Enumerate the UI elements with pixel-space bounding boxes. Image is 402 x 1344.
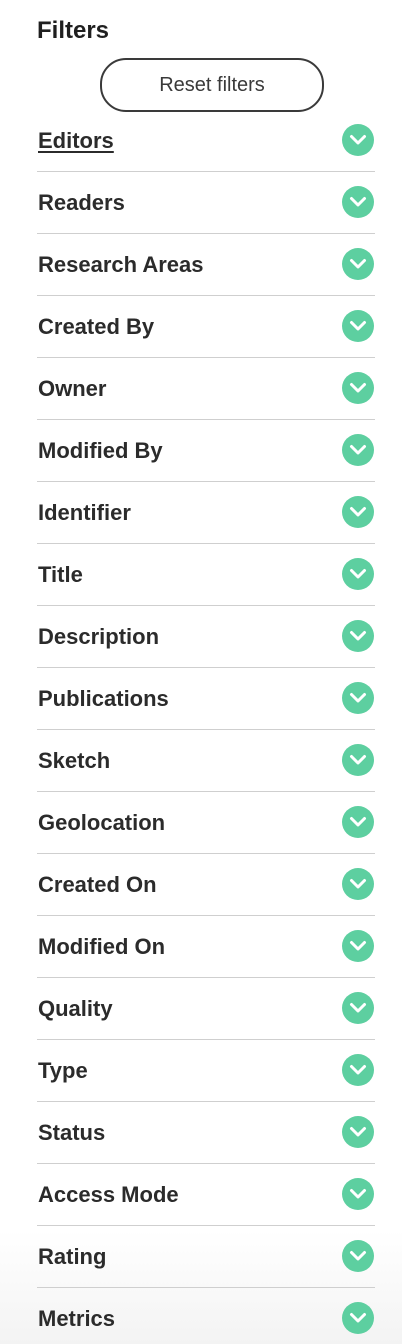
filter-item-status[interactable]: Status bbox=[37, 1102, 375, 1164]
filter-label: Created By bbox=[38, 314, 155, 339]
filter-item-editors[interactable]: Editors bbox=[37, 110, 375, 172]
filter-item-sketch[interactable]: Sketch bbox=[37, 730, 375, 792]
chevron-glyph bbox=[350, 755, 366, 765]
chevron-glyph bbox=[350, 507, 366, 517]
filter-label: Owner bbox=[38, 376, 107, 401]
chevron-glyph bbox=[350, 817, 366, 827]
filter-label: Created On bbox=[38, 872, 157, 897]
chevron-glyph bbox=[350, 259, 366, 269]
filters-panel: Filters Reset filters Editors Readers Re… bbox=[0, 0, 402, 1344]
chevron-down-icon[interactable] bbox=[342, 1054, 374, 1086]
chevron-down-icon[interactable] bbox=[342, 1178, 374, 1210]
chevron-glyph bbox=[350, 321, 366, 331]
chevron-down-icon[interactable] bbox=[342, 372, 374, 404]
chevron-down-icon[interactable] bbox=[342, 806, 374, 838]
filter-item-metrics[interactable]: Metrics bbox=[37, 1288, 375, 1344]
filter-label: Research Areas bbox=[38, 252, 204, 277]
filter-label: Quality bbox=[38, 996, 113, 1021]
filter-label: Modified On bbox=[38, 934, 166, 959]
filter-label: Sketch bbox=[38, 748, 111, 773]
reset-filters-button[interactable]: Reset filters bbox=[100, 58, 324, 112]
chevron-down-icon[interactable] bbox=[342, 124, 374, 156]
chevron-down-icon[interactable] bbox=[342, 248, 374, 280]
filter-item-modified-by[interactable]: Modified By bbox=[37, 420, 375, 482]
chevron-down-icon[interactable] bbox=[342, 186, 374, 218]
filter-item-owner[interactable]: Owner bbox=[37, 358, 375, 420]
chevron-glyph bbox=[350, 135, 366, 145]
chevron-down-icon[interactable] bbox=[342, 496, 374, 528]
filter-item-identifier[interactable]: Identifier bbox=[37, 482, 375, 544]
filter-item-type[interactable]: Type bbox=[37, 1040, 375, 1102]
chevron-glyph bbox=[350, 569, 366, 579]
chevron-glyph bbox=[350, 693, 366, 703]
chevron-glyph bbox=[350, 1003, 366, 1013]
chevron-glyph bbox=[350, 1127, 366, 1137]
filter-label: Title bbox=[38, 562, 83, 587]
filter-label: Description bbox=[38, 624, 160, 649]
filter-label: Publications bbox=[38, 686, 169, 711]
chevron-glyph bbox=[350, 631, 366, 641]
filter-label: Modified By bbox=[38, 438, 163, 463]
filter-item-created-by[interactable]: Created By bbox=[37, 296, 375, 358]
filter-label: Readers bbox=[38, 190, 125, 215]
chevron-glyph bbox=[350, 383, 366, 393]
filter-item-readers[interactable]: Readers bbox=[37, 172, 375, 234]
filter-item-access-mode[interactable]: Access Mode bbox=[37, 1164, 375, 1226]
filter-list: Editors Readers Research Areas Created B… bbox=[37, 110, 375, 1344]
chevron-down-icon[interactable] bbox=[342, 744, 374, 776]
chevron-down-icon[interactable] bbox=[342, 620, 374, 652]
filter-item-description[interactable]: Description bbox=[37, 606, 375, 668]
chevron-glyph bbox=[350, 1065, 366, 1075]
chevron-down-icon[interactable] bbox=[342, 682, 374, 714]
filter-label: Status bbox=[38, 1120, 106, 1145]
chevron-down-icon[interactable] bbox=[342, 868, 374, 900]
filter-label: Geolocation bbox=[38, 810, 166, 835]
chevron-glyph bbox=[350, 197, 366, 207]
filter-label: Editors bbox=[38, 128, 114, 153]
filter-item-title[interactable]: Title bbox=[37, 544, 375, 606]
chevron-down-icon[interactable] bbox=[342, 1302, 374, 1334]
filter-item-geolocation[interactable]: Geolocation bbox=[37, 792, 375, 854]
filter-item-quality[interactable]: Quality bbox=[37, 978, 375, 1040]
chevron-down-icon[interactable] bbox=[342, 558, 374, 590]
filter-label: Type bbox=[38, 1058, 88, 1083]
chevron-glyph bbox=[350, 941, 366, 951]
chevron-glyph bbox=[350, 1313, 366, 1323]
chevron-down-icon[interactable] bbox=[342, 1116, 374, 1148]
filter-label: Identifier bbox=[38, 500, 131, 525]
filter-item-publications[interactable]: Publications bbox=[37, 668, 375, 730]
chevron-down-icon[interactable] bbox=[342, 310, 374, 342]
chevron-glyph bbox=[350, 445, 366, 455]
chevron-down-icon[interactable] bbox=[342, 1240, 374, 1272]
chevron-down-icon[interactable] bbox=[342, 930, 374, 962]
chevron-glyph bbox=[350, 1251, 366, 1261]
chevron-down-icon[interactable] bbox=[342, 992, 374, 1024]
filter-item-created-on[interactable]: Created On bbox=[37, 854, 375, 916]
filter-label: Rating bbox=[38, 1244, 107, 1269]
filter-item-rating[interactable]: Rating bbox=[37, 1226, 375, 1288]
filter-label: Access Mode bbox=[38, 1182, 179, 1207]
chevron-glyph bbox=[350, 879, 366, 889]
chevron-down-icon[interactable] bbox=[342, 434, 374, 466]
filter-item-modified-on[interactable]: Modified On bbox=[37, 916, 375, 978]
filters-title: Filters bbox=[37, 17, 110, 44]
filter-label: Metrics bbox=[38, 1306, 116, 1331]
filter-item-research-areas[interactable]: Research Areas bbox=[37, 234, 375, 296]
chevron-glyph bbox=[350, 1189, 366, 1199]
